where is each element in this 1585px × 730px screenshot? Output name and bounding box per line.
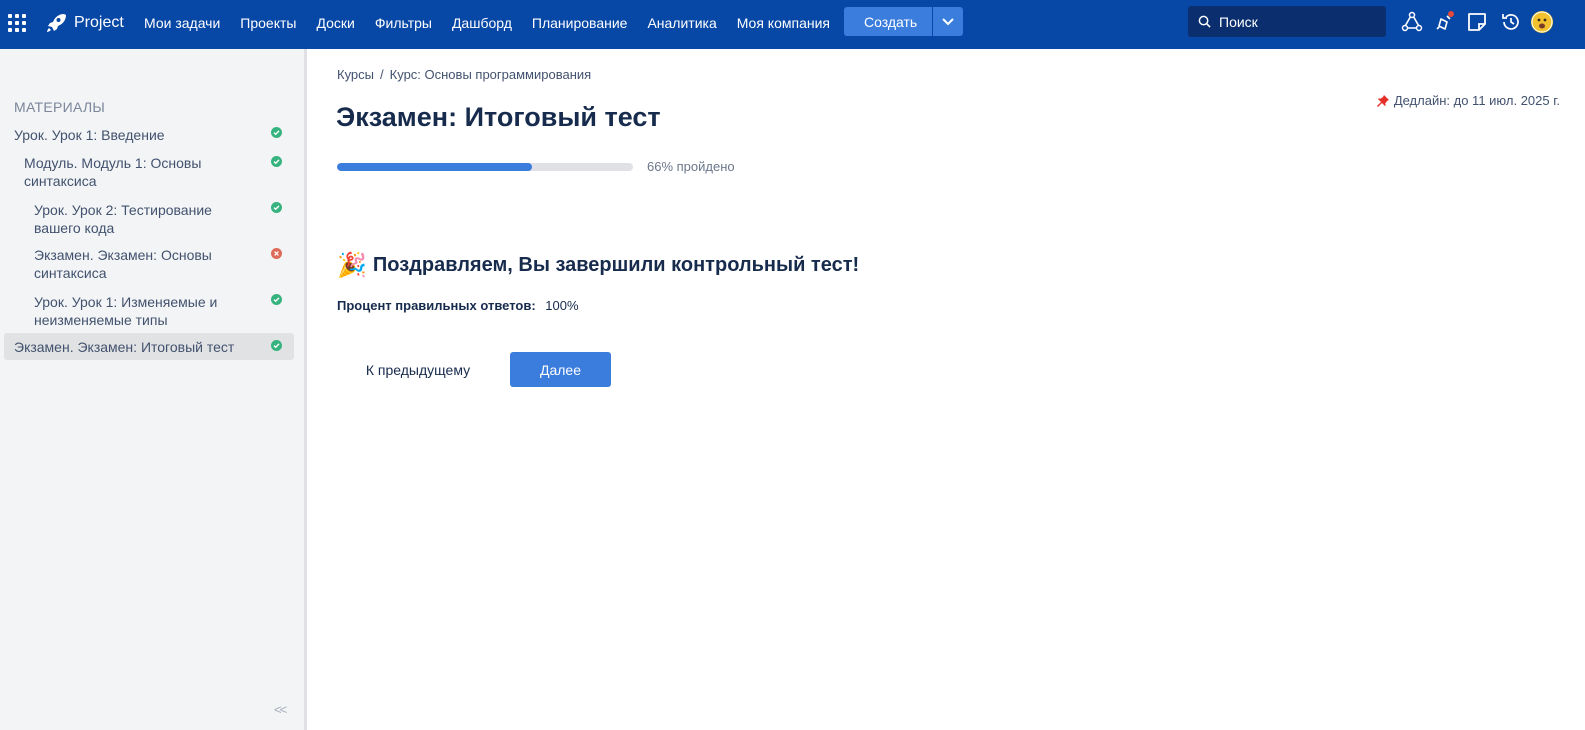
sidebar-item-module-1[interactable]: Модуль. Модуль 1: Основы синтаксиса [4, 151, 294, 191]
avatar-face-icon [1531, 11, 1553, 33]
nav-filters[interactable]: Фильтры [365, 0, 442, 49]
score-value: 100% [545, 298, 579, 313]
nav-planning[interactable]: Планирование [522, 0, 638, 49]
sidebar-item-lesson-1-types[interactable]: Урок. Урок 1: Изменяемые и неизменяемые … [4, 289, 294, 329]
deadline-text: Дедлайн: до 11 июл. 2025 г. [1393, 93, 1560, 108]
sidebar-item-exam-final[interactable]: Экзамен. Экзамен: Итоговый тест [4, 333, 294, 360]
rocket-icon [47, 14, 66, 32]
progress-text: 66% пройдено [647, 159, 735, 174]
search-box[interactable] [1188, 6, 1386, 37]
check-icon [271, 340, 282, 351]
nav-projects[interactable]: Проекты [230, 0, 306, 49]
create-button[interactable]: Создать [844, 7, 932, 36]
sidebar-item-exam-syntax[interactable]: Экзамен. Экзамен: Основы синтаксиса [4, 243, 294, 283]
previous-button[interactable]: К предыдущему [350, 353, 486, 387]
nav-boards[interactable]: Доски [306, 0, 364, 49]
create-button-group: Создать [844, 7, 963, 36]
party-popper-icon: 🎉 [337, 252, 367, 279]
sidebar-item-lesson-1-intro[interactable]: Урок. Урок 1: Введение [4, 122, 294, 146]
sidebar-item-label: Экзамен. Экзамен: Основы синтаксиса [34, 247, 212, 281]
sidebar-title: МАТЕРИАЛЫ [14, 99, 106, 115]
sidebar-item-label: Урок. Урок 2: Тестирование вашего кода [34, 202, 212, 236]
check-icon [271, 202, 282, 213]
score-line: Процент правильных ответов: 100% [337, 298, 579, 313]
congrats-message: 🎉 Поздравляем, Вы завершили контрольный … [337, 251, 859, 280]
sidebar-item-lesson-2-testing[interactable]: Урок. Урок 2: Тестирование вашего кода [4, 197, 294, 237]
pushpin-icon [1376, 94, 1389, 107]
progress-bar [337, 163, 633, 171]
nav-dashboard[interactable]: Дашборд [442, 0, 522, 49]
history-icon[interactable] [1500, 11, 1522, 33]
notes-icon[interactable] [1466, 11, 1488, 33]
breadcrumb-separator: / [380, 67, 384, 82]
breadcrumb: Курсы / Курс: Основы программирования [337, 67, 591, 82]
materials-sidebar: МАТЕРИАЛЫ Урок. Урок 1: Введение Модуль.… [0, 49, 307, 730]
user-avatar[interactable] [1531, 11, 1553, 33]
nav-my-company[interactable]: Моя компания [727, 0, 840, 49]
page-title: Экзамен: Итоговый тест [336, 102, 661, 132]
sidebar-item-label: Модуль. Модуль 1: Основы синтаксиса [24, 155, 202, 189]
progress-bar-fill [337, 163, 533, 171]
create-dropdown-button[interactable] [933, 7, 963, 36]
notifications-icon[interactable] [1433, 11, 1455, 33]
next-button[interactable]: Далее [510, 352, 611, 387]
triangle-network-icon[interactable] [1401, 11, 1423, 33]
breadcrumb-courses[interactable]: Курсы [337, 67, 374, 82]
nav-analytics[interactable]: Аналитика [637, 0, 726, 49]
main-nav: Мои задачи Проекты Доски Фильтры Дашборд… [134, 0, 840, 49]
score-label: Процент правильных ответов: [337, 298, 536, 313]
sidebar-item-label: Экзамен. Экзамен: Итоговый тест [14, 339, 235, 355]
congrats-text: Поздравляем, Вы завершили контрольный те… [372, 254, 860, 276]
sidebar-item-label: Урок. Урок 1: Изменяемые и неизменяемые … [34, 294, 218, 328]
app-logo[interactable]: Project [44, 11, 124, 35]
check-icon [271, 294, 282, 305]
app-switcher-icon[interactable] [8, 14, 26, 32]
nav-my-tasks[interactable]: Мои задачи [134, 0, 230, 49]
breadcrumb-course[interactable]: Курс: Основы программирования [390, 67, 592, 82]
deadline-badge: Дедлайн: до 11 июл. 2025 г. [1376, 93, 1560, 108]
top-navigation-bar: Project Мои задачи Проекты Доски Фильтры… [0, 0, 1585, 49]
sidebar-item-label: Урок. Урок 1: Введение [14, 127, 165, 143]
chevron-down-icon [942, 17, 954, 25]
app-name: Project [74, 14, 124, 31]
search-input[interactable] [1217, 12, 1381, 31]
failed-icon [271, 248, 282, 259]
collapse-sidebar-button[interactable]: << [274, 702, 287, 717]
check-icon [271, 156, 282, 167]
search-icon [1198, 15, 1211, 28]
check-icon [271, 127, 282, 138]
